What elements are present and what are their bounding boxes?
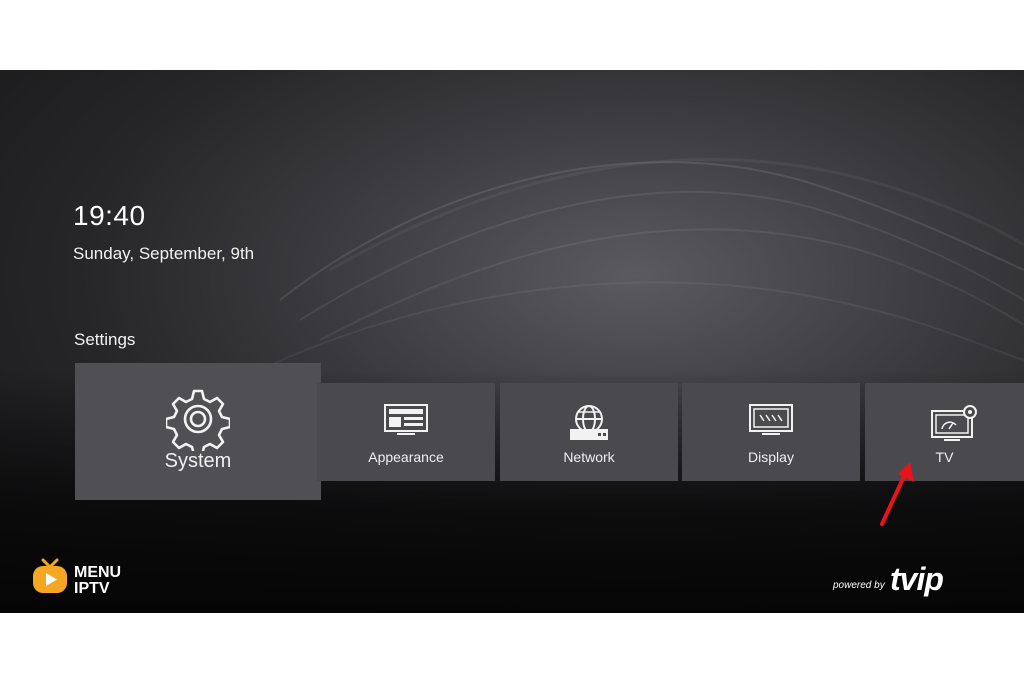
- menu-iptv-logo-icon: [30, 556, 70, 601]
- tile-appearance[interactable]: Appearance: [317, 383, 495, 481]
- tile-display-label: Display: [748, 449, 794, 465]
- network-globe-icon: [566, 403, 612, 448]
- section-title: Settings: [74, 330, 136, 349]
- tile-network[interactable]: Network: [500, 383, 678, 481]
- tile-system-label: System: [164, 450, 232, 472]
- tile-network-label: Network: [563, 449, 615, 465]
- clock-time: 19:40: [73, 200, 146, 231]
- gear-icon: [164, 387, 232, 457]
- powered-by-text: powered by: [833, 580, 885, 591]
- tile-display[interactable]: Display: [682, 383, 860, 481]
- tile-system[interactable]: System: [75, 363, 321, 500]
- brand-line-2: IPTV: [74, 580, 110, 597]
- tile-appearance-label: Appearance: [368, 449, 444, 465]
- brand-text: MENU IPTV: [74, 565, 121, 597]
- display-monitor-icon: [748, 403, 794, 444]
- tvip-logo: tvip: [890, 561, 944, 597]
- clock-date: Sunday, September, 9th: [73, 244, 255, 263]
- annotation-arrow-icon: [880, 462, 914, 526]
- brand-line-1: MENU: [74, 564, 122, 581]
- appearance-screen-icon: [383, 403, 429, 444]
- tv-settings-icon: [930, 403, 978, 448]
- tv-screen: 19:40 Sunday, September, 9th Settings Sy…: [0, 70, 1024, 613]
